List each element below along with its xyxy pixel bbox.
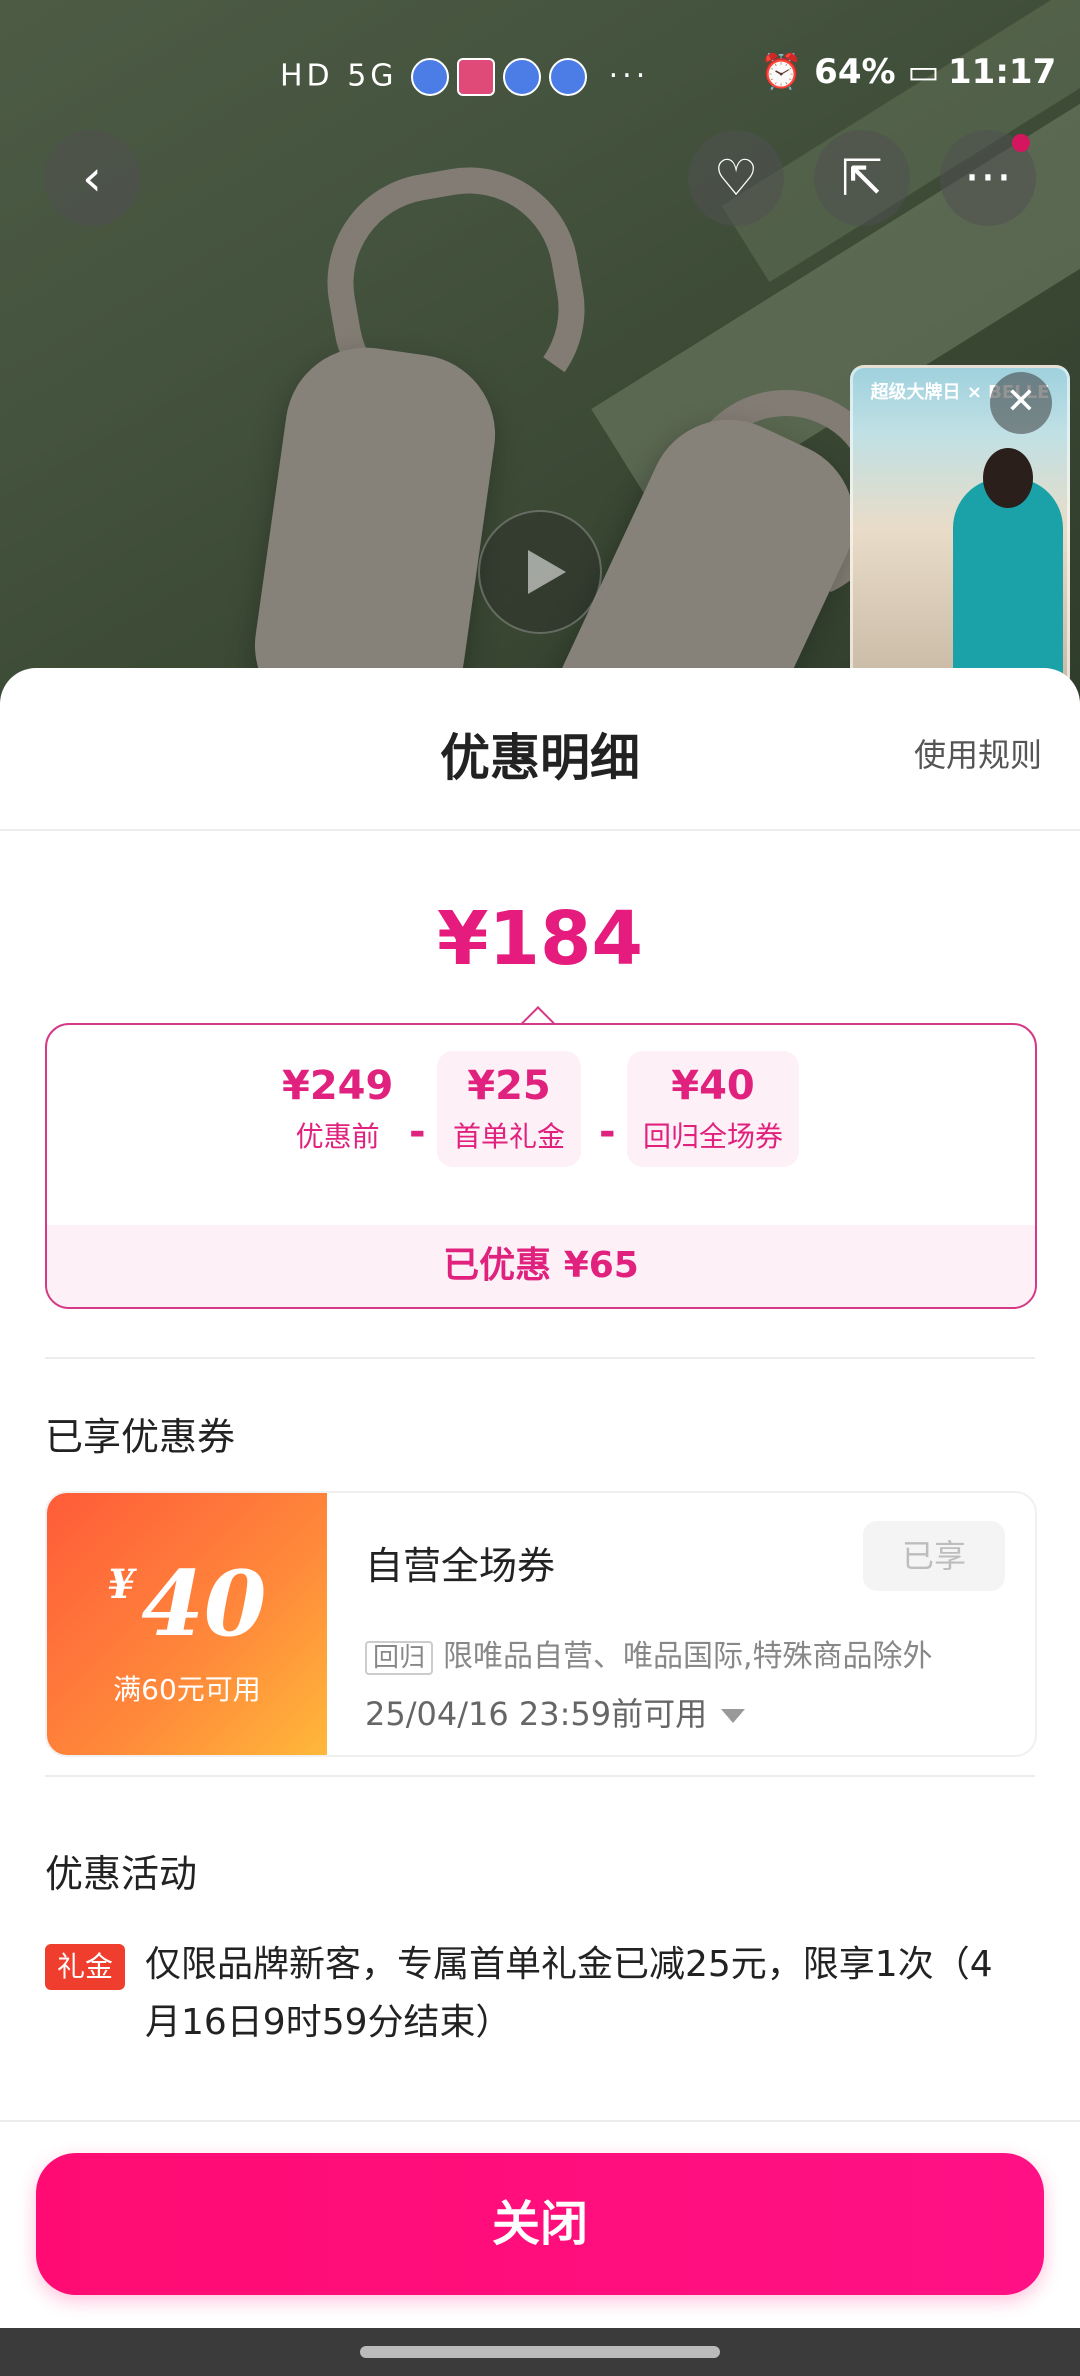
app-icon	[457, 58, 496, 96]
battery-level: ⏰ 64% ▭	[760, 52, 940, 92]
return-coupon: ¥40 回归全场券	[627, 1051, 800, 1167]
first-order-gift: ¥25 首单礼金	[437, 1051, 582, 1167]
network-label: HD 5G	[280, 58, 398, 94]
close-icon: ✕	[1005, 381, 1037, 422]
close-button[interactable]: 关闭	[36, 2153, 1044, 2295]
breakdown-label: 优惠前	[295, 1120, 380, 1153]
coupon-condition: 满60元可用	[113, 1673, 261, 1706]
person-figure	[953, 478, 1063, 688]
more-dots-icon: ···	[608, 58, 650, 94]
final-price: ¥184	[437, 896, 643, 982]
app-icon	[549, 58, 588, 96]
coupon-amount-panel: ¥40 满60元可用	[47, 1493, 327, 1755]
battery-percent: 64%	[814, 52, 896, 92]
coupon-card[interactable]: ¥40 满60元可用 自营全场券 已享 回归 限唯品自营、唯品国际,特殊商品除外 …	[45, 1491, 1037, 1757]
home-indicator[interactable]	[360, 2346, 720, 2358]
coupon-status-badge: 已享	[863, 1521, 1005, 1591]
close-video-button[interactable]: ✕	[990, 372, 1052, 434]
discount-detail-sheet: 优惠明细 使用规则 ¥184 ¥249 优惠前 - ¥25 首单礼金 - ¥40…	[0, 668, 1080, 2328]
back-button[interactable]: ‹	[44, 130, 140, 226]
status-bar: HD 5G ··· ⏰ 64% ▭ 11:17	[0, 0, 1080, 150]
coupon-value: 40	[141, 1551, 267, 1657]
share-icon: ⇱	[841, 149, 883, 207]
breakdown-value: ¥249	[282, 1063, 394, 1109]
play-video-icon[interactable]	[478, 510, 602, 634]
notification-dot	[1012, 134, 1030, 152]
coupon-perforation	[319, 1493, 335, 1755]
clock: 11:17	[948, 52, 1057, 92]
activity-description: 仅限品牌新客，专属首单礼金已减25元，限享1次（4月16日9时59分结束）	[145, 1944, 993, 2043]
person-head	[983, 448, 1033, 508]
coupon-name: 自营全场券	[365, 1544, 556, 1588]
coupons-section-title: 已享优惠券	[45, 1415, 236, 1459]
coupon-tag: 回归	[365, 1641, 434, 1675]
divider	[0, 2120, 1080, 2122]
app-icon	[411, 58, 450, 96]
music-icon	[503, 58, 542, 96]
heart-plus-icon: ♡	[713, 149, 759, 207]
favorite-button[interactable]: ♡	[688, 130, 784, 226]
saved-amount: 已优惠 ¥65	[47, 1225, 1035, 1307]
minus-sign: -	[599, 1109, 616, 1155]
minus-sign: -	[409, 1109, 426, 1155]
coupon-amount: ¥40	[47, 1551, 327, 1657]
coupon-scope: 限唯品自营、唯品国际,特殊商品除外	[443, 1639, 933, 1674]
currency-symbol: ¥	[107, 1561, 136, 1608]
activities-section-title: 优惠活动	[45, 1852, 198, 1896]
price-breakdown: ¥249 优惠前 - ¥25 首单礼金 - ¥40 回归全场券 已优惠 ¥65	[45, 1023, 1037, 1309]
divider	[45, 1357, 1035, 1359]
expiry-text: 25/04/16 23:59前可用	[365, 1695, 708, 1733]
more-dots-icon: ···	[964, 149, 1012, 207]
share-button[interactable]: ⇱	[814, 130, 910, 226]
coupon-expiry[interactable]: 25/04/16 23:59前可用	[365, 1689, 746, 1735]
breakdown-value: ¥25	[467, 1063, 551, 1109]
gift-tag: 礼金	[45, 1944, 126, 1990]
divider	[45, 1775, 1035, 1777]
chevron-down-icon	[721, 1709, 746, 1723]
usage-rules-link[interactable]: 使用规则	[914, 730, 1042, 776]
original-price: ¥249 优惠前	[282, 1063, 393, 1155]
status-icons: HD 5G ···	[280, 58, 649, 96]
breakdown-label: 回归全场券	[643, 1120, 784, 1153]
coupon-description: 回归 限唯品自营、唯品国际,特殊商品除外	[365, 1631, 933, 1675]
divider	[0, 829, 1080, 831]
breakdown-label: 首单礼金	[453, 1120, 566, 1153]
breakdown-value: ¥40	[671, 1063, 755, 1109]
system-nav-bar	[0, 2328, 1080, 2376]
